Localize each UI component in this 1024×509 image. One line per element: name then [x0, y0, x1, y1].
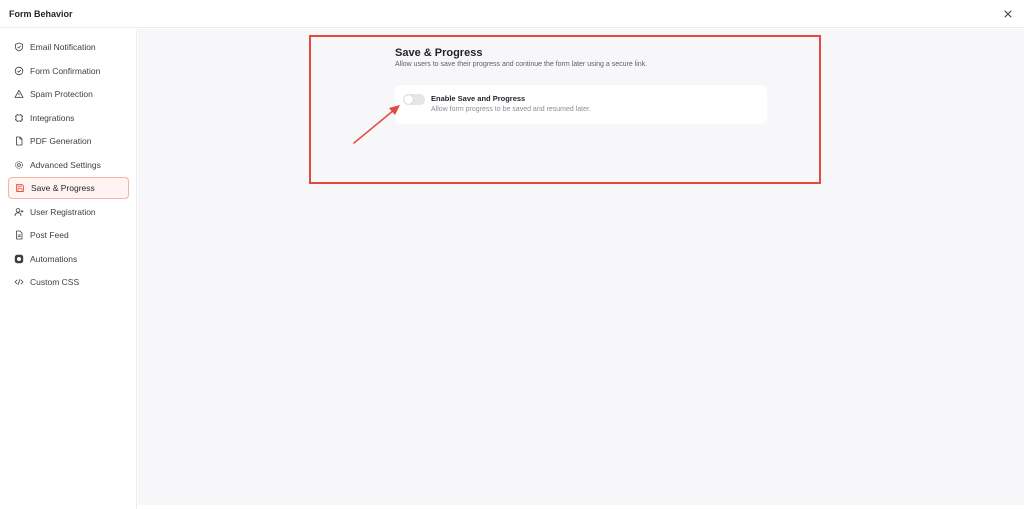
highlight-box [309, 35, 821, 184]
sidebar-item-save-progress[interactable]: Save & Progress [8, 177, 129, 199]
window-title: Form Behavior [9, 9, 73, 19]
sidebar-item-user-registration[interactable]: User Registration [8, 201, 129, 223]
sidebar-item-automations[interactable]: Automations [8, 248, 129, 270]
sidebar-item-label: Advanced Settings [30, 160, 101, 170]
sidebar-item-custom-css[interactable]: Custom CSS [8, 271, 129, 293]
sidebar-item-label: Automations [30, 254, 78, 264]
sidebar-item-spam-protection[interactable]: Spam Protection [8, 83, 129, 105]
sidebar-item-label: Post Feed [30, 230, 69, 240]
sidebar-item-label: Integrations [30, 113, 75, 123]
sidebar-item-label: Save & Progress [31, 183, 95, 193]
integrations-icon [14, 113, 24, 123]
document-icon [14, 230, 24, 240]
sidebar-item-advanced-settings[interactable]: Advanced Settings [8, 154, 129, 176]
sidebar-item-label: PDF Generation [30, 136, 92, 146]
shield-check-icon [14, 42, 24, 52]
sidebar-item-form-confirmation[interactable]: Form Confirmation [8, 60, 129, 82]
file-icon [14, 136, 24, 146]
check-circle-icon [14, 66, 24, 76]
warning-triangle-icon [14, 89, 24, 99]
save-icon [15, 183, 25, 193]
close-icon[interactable] [1002, 8, 1014, 20]
user-plus-icon [14, 207, 24, 217]
sidebar-item-label: User Registration [30, 207, 96, 217]
code-icon [14, 277, 24, 287]
sidebar-item-post-feed[interactable]: Post Feed [8, 224, 129, 246]
sidebar-item-label: Spam Protection [30, 89, 93, 99]
title-bar: Form Behavior [0, 0, 1024, 28]
gear-icon [14, 160, 24, 170]
sidebar-item-pdf-generation[interactable]: PDF Generation [8, 130, 129, 152]
sidebar: Email Notification Form Confirmation Spa… [0, 29, 137, 509]
sidebar-item-label: Custom CSS [30, 277, 80, 287]
automation-icon [14, 254, 24, 264]
sidebar-item-email-notification[interactable]: Email Notification [8, 36, 129, 58]
sidebar-item-label: Email Notification [30, 42, 96, 52]
sidebar-item-label: Form Confirmation [30, 66, 101, 76]
sidebar-item-integrations[interactable]: Integrations [8, 107, 129, 129]
